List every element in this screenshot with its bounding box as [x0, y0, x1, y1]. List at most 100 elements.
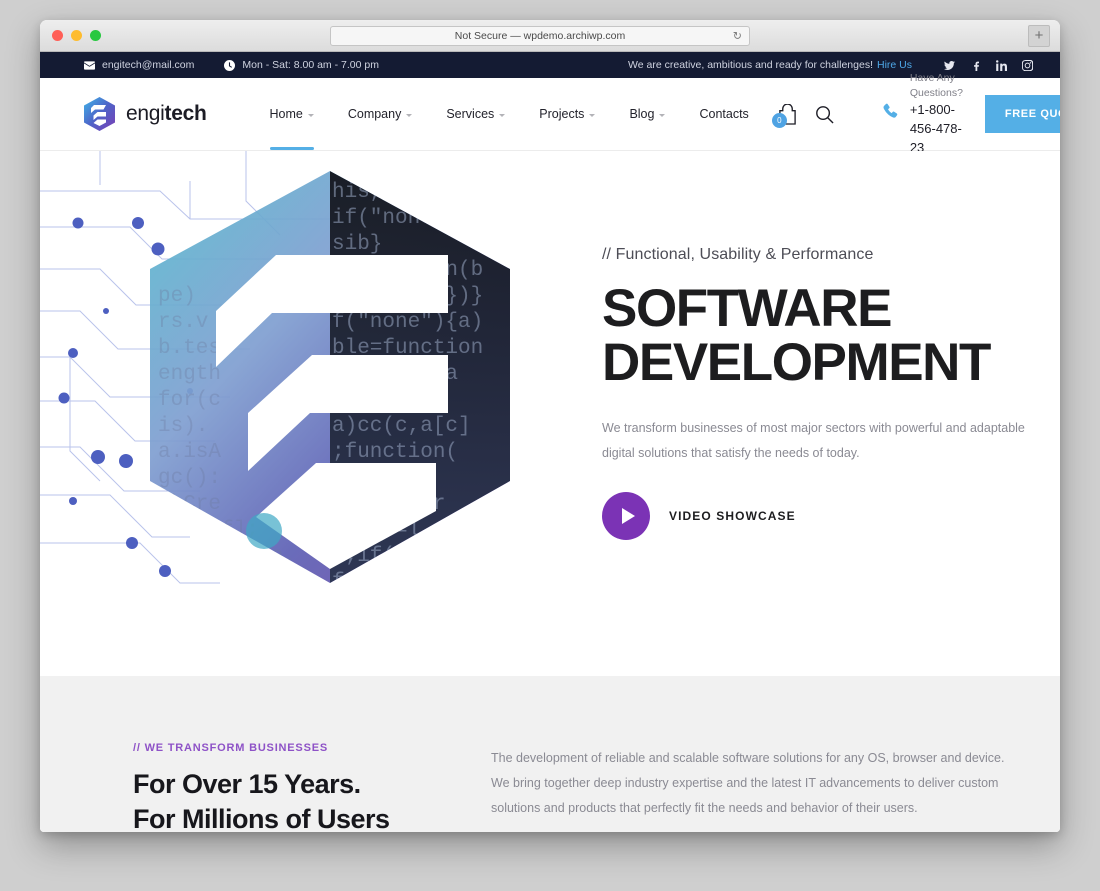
transform-section: // WE TRANSFORM BUSINESSES For Over 15 Y…	[40, 676, 1060, 832]
svg-text:a)cc(c,a[c]: a)cc(c,a[c]	[332, 415, 471, 438]
svg-text:elds[f];: elds[f];	[158, 519, 259, 542]
svg-text:f||!b.is: f||!b.is	[332, 571, 433, 594]
new-tab-button[interactable]: +	[1028, 25, 1050, 47]
nav-item-home[interactable]: Home	[253, 78, 331, 150]
brand-name: engitech	[126, 102, 207, 126]
contact-text: Have Any Questions? +1-800-456-478-23	[910, 71, 963, 158]
cart-count-badge: 0	[772, 113, 787, 128]
svg-text:f("none"){a): f("none"){a)	[332, 311, 483, 334]
hero-title: SOFTWARE DEVELOPMENT	[602, 282, 1032, 390]
nav-label-services: Services	[446, 107, 494, 121]
topbar-right: We are creative, ambitious and ready for…	[628, 59, 1040, 71]
brand-logo[interactable]: engitech	[84, 97, 207, 131]
header-contact[interactable]: Have Any Questions? +1-800-456-478-23	[882, 71, 963, 158]
site-header: engitech Home Company Services Projects	[40, 78, 1060, 151]
svg-text:pe): pe)	[158, 285, 196, 308]
hero-title-line2: DEVELOPMENT	[602, 336, 1032, 390]
nav-label-contacts: Contacts	[699, 107, 748, 121]
topbar-email[interactable]: engitech@mail.com	[84, 59, 194, 71]
facebook-icon[interactable]	[962, 60, 988, 71]
nav-label-blog: Blog	[629, 107, 654, 121]
main-navigation: Home Company Services Projects Blog	[253, 78, 766, 150]
hero-section: his,c); if("none")b.ins sib} c.function(…	[40, 151, 1060, 676]
cart-button[interactable]: 0	[778, 104, 797, 125]
brand-name-light: engi	[126, 102, 165, 125]
svg-text:gc(){try{: gc(){try{	[200, 597, 313, 620]
engitech-hexagon-icon	[84, 97, 115, 131]
nav-item-contacts[interactable]: Contacts	[682, 78, 765, 150]
transform-eyebrow: // WE TRANSFORM BUSINESSES	[133, 742, 483, 754]
video-showcase-label: VIDEO SHOWCASE	[669, 509, 796, 523]
page-viewport: engitech@mail.com Mon - Sat: 8.00 am - 7…	[40, 52, 1060, 832]
topbar-tagline: We are creative, ambitious and ready for…	[628, 59, 873, 71]
svg-text:ength: ength	[158, 363, 221, 386]
video-showcase-button[interactable]: VIDEO SHOWCASE	[602, 492, 1032, 540]
chevron-down-icon	[406, 114, 412, 117]
svg-text:if("none")b.ins: if("none")b.ins	[332, 207, 521, 230]
header-icons: 0	[778, 104, 834, 125]
chevron-down-icon	[659, 114, 665, 117]
topbar-hours: Mon - Sat: 8.00 am - 7.00 pm	[224, 59, 379, 71]
svg-text:thCre: thCre	[158, 493, 221, 516]
transform-inner: // WE TRANSFORM BUSINESSES For Over 15 Y…	[40, 742, 1060, 832]
free-quote-button[interactable]: FREE QUOTE	[985, 95, 1060, 133]
chevron-down-icon	[589, 114, 595, 117]
search-button[interactable]	[815, 105, 834, 124]
svg-text:rs.v: rs.v	[158, 311, 208, 334]
nav-label-home: Home	[270, 107, 303, 121]
accent-dot	[246, 513, 282, 549]
brand-name-bold: tech	[165, 102, 207, 125]
svg-text:return: return	[332, 597, 408, 620]
chevron-down-icon	[499, 114, 505, 117]
transform-heading: For Over 15 Years. For Millions of Users	[133, 767, 483, 832]
transform-paragraph: The development of reliable and scalable…	[491, 746, 1016, 821]
chevron-down-icon	[308, 114, 314, 117]
transform-heading-line1: For Over 15 Years.	[133, 767, 483, 802]
transform-right: The development of reliable and scalable…	[483, 742, 1016, 832]
nav-item-blog[interactable]: Blog	[612, 78, 682, 150]
hero-kicker: // Functional, Usability & Performance	[602, 246, 1032, 264]
envelope-icon	[84, 60, 95, 71]
svg-text:a.isA: a.isA	[158, 441, 221, 464]
svg-text:is).: is).	[158, 415, 208, 438]
transform-heading-line2: For Millions of Users	[133, 802, 483, 832]
nav-item-projects[interactable]: Projects	[522, 78, 612, 150]
nav-label-company: Company	[348, 107, 402, 121]
clock-icon	[224, 60, 235, 71]
hero-copy: // Functional, Usability & Performance S…	[602, 246, 1032, 540]
hero-paragraph: We transform businesses of most major se…	[602, 416, 1032, 466]
reload-icon[interactable]: ↻	[733, 29, 742, 42]
instagram-icon[interactable]	[1014, 60, 1040, 71]
svg-text:function(a,: function(a,	[158, 545, 297, 568]
svg-text:for(c: for(c	[158, 389, 221, 412]
topbar-hours-text: Mon - Sat: 8.00 am - 7.00 pm	[242, 59, 379, 71]
linkedin-icon[interactable]	[988, 60, 1014, 71]
nav-item-company[interactable]: Company	[331, 78, 430, 150]
phone-icon	[882, 103, 899, 125]
window-controls	[40, 30, 101, 41]
svg-text:gc():: gc():	[158, 467, 221, 490]
maximize-window-button[interactable]	[90, 30, 101, 41]
questions-label: Have Any Questions?	[910, 71, 963, 101]
browser-window: Not Secure — wpdemo.archiwp.com ↻ + engi…	[40, 20, 1060, 832]
nav-item-services[interactable]: Services	[429, 78, 522, 150]
play-icon[interactable]	[602, 492, 650, 540]
hire-us-link[interactable]: Hire Us	[877, 59, 912, 71]
svg-text:sib}: sib}	[332, 233, 382, 256]
transform-left: // WE TRANSFORM BUSINESSES For Over 15 Y…	[133, 742, 483, 832]
browser-chrome: Not Secure — wpdemo.archiwp.com ↻ +	[40, 20, 1060, 52]
hero-title-line1: SOFTWARE	[602, 282, 1032, 336]
twitter-icon[interactable]	[936, 60, 962, 71]
nav-label-projects: Projects	[539, 107, 584, 121]
hero-illustration: his,c); if("none")b.ins sib} c.function(…	[40, 151, 600, 621]
phone-number[interactable]: +1-800-456-478-23	[910, 101, 963, 158]
minimize-window-button[interactable]	[71, 30, 82, 41]
close-window-button[interactable]	[52, 30, 63, 41]
social-links	[936, 60, 1040, 71]
hexagon-logo-graphic: his,c); if("none")b.ins sib} c.function(…	[150, 171, 521, 620]
svg-text:;function(: ;function(	[332, 441, 458, 464]
address-bar[interactable]: Not Secure — wpdemo.archiwp.com ↻	[330, 26, 750, 46]
svg-text:b.tes: b.tes	[158, 337, 221, 360]
topbar-email-text: engitech@mail.com	[102, 59, 194, 71]
search-icon	[815, 105, 834, 124]
